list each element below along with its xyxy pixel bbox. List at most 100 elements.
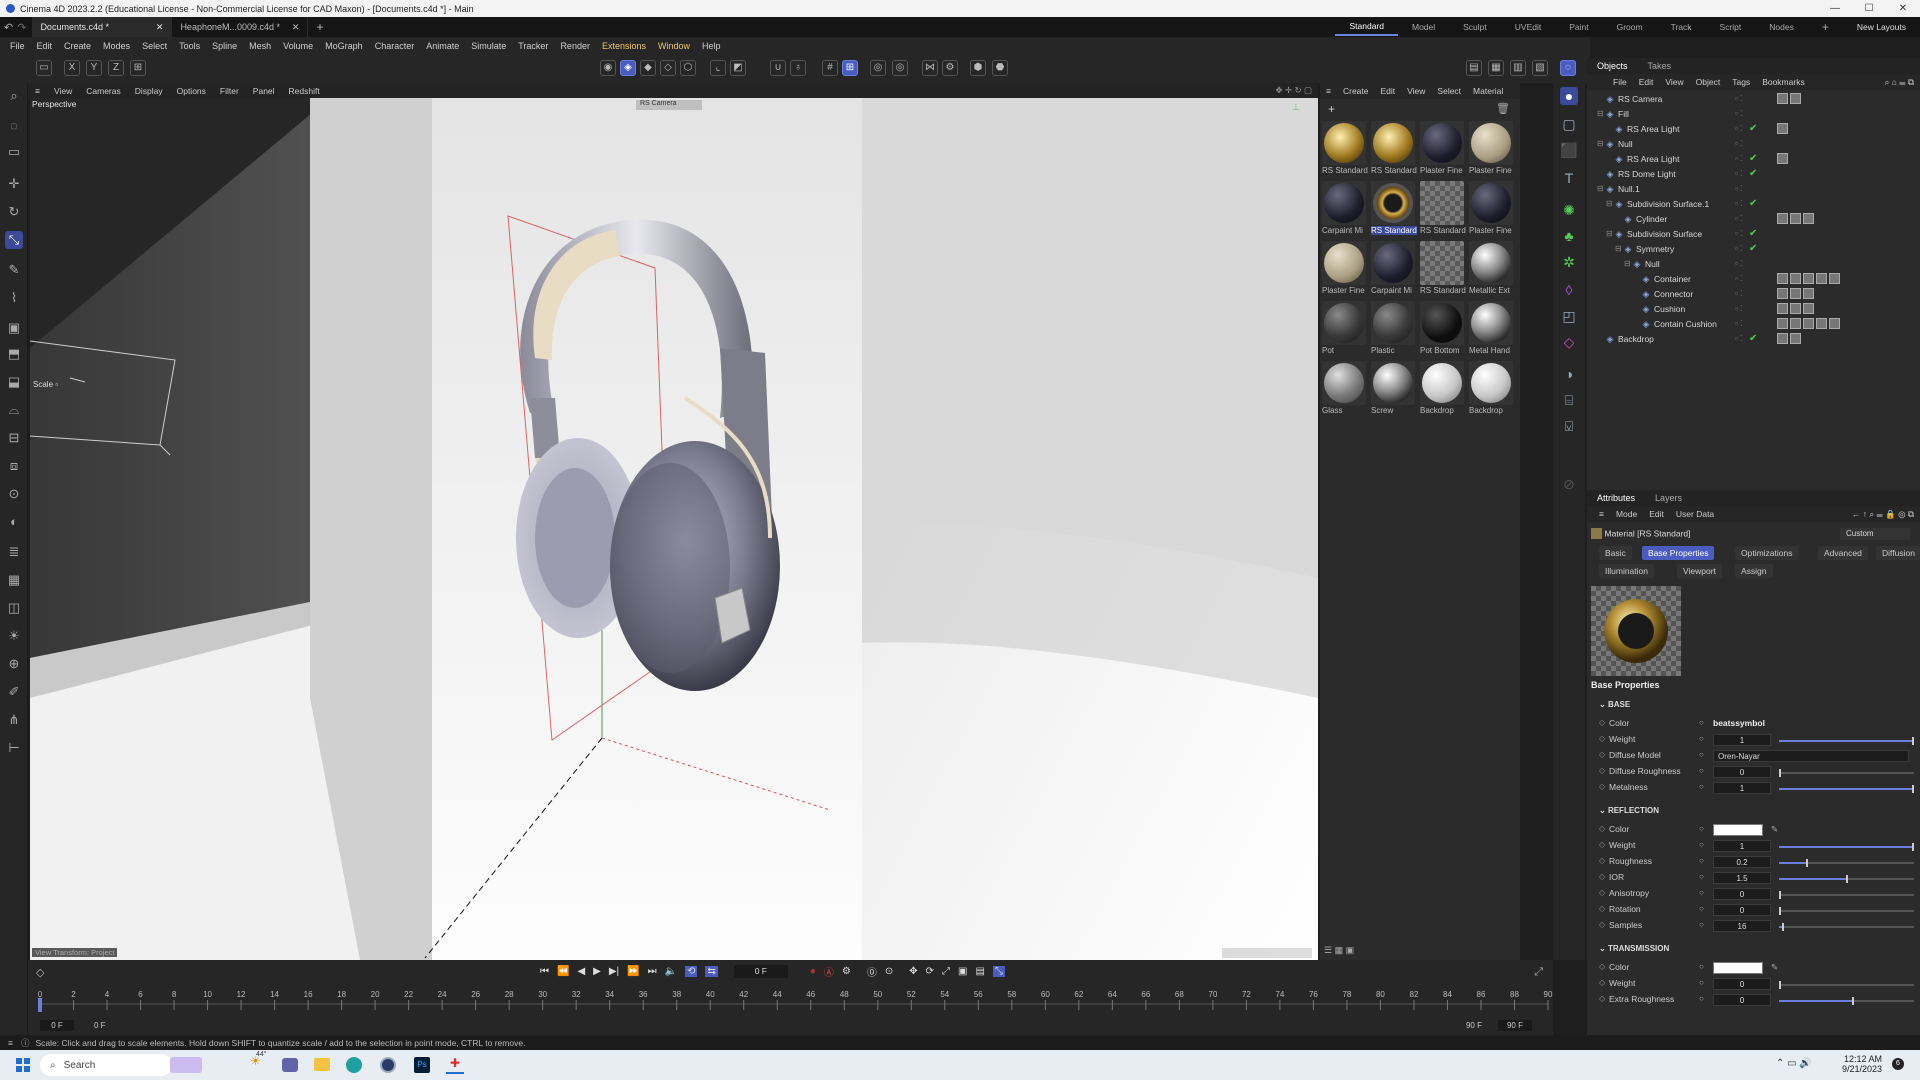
play-icon[interactable]: ▶	[593, 966, 601, 977]
expand-icon[interactable]: ⊟	[1606, 229, 1614, 238]
viewport-menu-filter[interactable]: Filter	[213, 86, 246, 96]
section-base[interactable]: ⌄ BASE	[1599, 700, 1630, 709]
keyframe-mode-icon[interactable]: ⓪	[867, 964, 877, 979]
minimize-button[interactable]: —	[1818, 0, 1852, 17]
attribute-value-field[interactable]: 1	[1713, 782, 1771, 794]
material-item[interactable]: RS Standard	[1371, 121, 1417, 179]
menu-render[interactable]: Render	[554, 41, 596, 51]
next-frame-icon[interactable]: ▶|	[609, 966, 619, 977]
go-to-end-icon[interactable]: ⏭	[648, 966, 657, 977]
object-menu-tags[interactable]: Tags	[1726, 77, 1756, 87]
workplane-icon[interactable]: ◎	[892, 60, 908, 76]
menu-create[interactable]: Create	[58, 41, 97, 51]
material-item[interactable]: RS Standard	[1322, 121, 1368, 179]
menu-edit[interactable]: Edit	[31, 41, 59, 51]
animate-toggle-icon[interactable]: ○	[1699, 840, 1704, 849]
scale-tool-icon[interactable]: ⤡	[5, 231, 23, 249]
attribute-value-field[interactable]: 1	[1713, 840, 1771, 852]
section-reflection[interactable]: ⌄ REFLECTION	[1599, 806, 1659, 815]
object-tree-row[interactable]: ◈ Connector ▫ ⁚	[1587, 286, 1920, 301]
animate-toggle-icon[interactable]: ○	[1699, 782, 1704, 791]
menu-tracker[interactable]: Tracker	[512, 41, 554, 51]
object-tags[interactable]	[1777, 153, 1788, 164]
object-search-icon[interactable]: ⌕ ⌂ ☰ ⧉	[1879, 77, 1920, 88]
enabled-check-icon[interactable]: ✔	[1749, 168, 1757, 179]
search-icon[interactable]: ⌕	[5, 87, 23, 105]
next-key-icon[interactable]: ⏩	[627, 966, 639, 977]
material-item[interactable]: RS Standard	[1420, 241, 1466, 299]
text-icon[interactable]: T	[1560, 169, 1578, 187]
layout-groom[interactable]: Groom	[1603, 22, 1657, 32]
widgets-icon[interactable]	[170, 1057, 202, 1073]
autokey-icon[interactable]: ⚙	[842, 966, 851, 977]
object-tags[interactable]	[1777, 333, 1801, 344]
slider-handle[interactable]	[1912, 843, 1914, 851]
weld-icon[interactable]: ⊙	[5, 485, 23, 503]
object-tree-row[interactable]: ⊟ ◈ Subdivision Surface ▫ ⁚ ✔	[1587, 226, 1920, 241]
scale-key-icon[interactable]: ⤢	[942, 966, 950, 977]
attribute-nav-icons[interactable]: ← ↑ ⌕ ☰ 🔒 ◎ ⧉	[1846, 509, 1920, 520]
animate-toggle-icon[interactable]: ○	[1699, 888, 1704, 897]
material-tag-icon[interactable]	[1777, 123, 1788, 134]
section-transmission[interactable]: ⌄ TRANSMISSION	[1599, 944, 1669, 953]
z-axis-button[interactable]: Z	[108, 60, 124, 76]
motion-path-icon[interactable]: ✥	[909, 966, 917, 977]
material-menu-edit[interactable]: Edit	[1374, 86, 1401, 96]
keyframe-diamond-icon[interactable]: ◇	[1599, 872, 1605, 881]
sculpt-icon[interactable]: ◐	[5, 513, 23, 531]
expand-icon[interactable]: ⊟	[1624, 259, 1632, 268]
color-swatch[interactable]	[1713, 962, 1763, 974]
rotate-tool-icon[interactable]: ↻	[5, 203, 23, 221]
attribute-value-field[interactable]: 1.5	[1713, 872, 1771, 884]
subtab-diffusion[interactable]: Diffusion	[1876, 546, 1920, 560]
material-item[interactable]: Screw	[1371, 361, 1417, 419]
keyframe-diamond-icon[interactable]: ◇	[1599, 904, 1605, 913]
move-tool-icon[interactable]: ✛	[5, 175, 23, 193]
polygon-pen-icon[interactable]: ▣	[5, 319, 23, 337]
animate-toggle-icon[interactable]: ○	[1699, 978, 1704, 987]
visibility-toggle[interactable]: ▫ ⁚	[1735, 274, 1743, 283]
grid-snap-icon[interactable]: #	[822, 60, 838, 76]
attribute-slider[interactable]	[1779, 907, 1914, 915]
preset-dropdown[interactable]: Custom	[1840, 528, 1910, 540]
material-item[interactable]: Plaster Fine	[1420, 121, 1466, 179]
attribute-slider[interactable]	[1779, 875, 1914, 883]
animate-toggle-icon[interactable]: ○	[1699, 872, 1704, 881]
paint-tool-icon[interactable]: ✐	[5, 683, 23, 701]
undo-icon[interactable]: ↶	[0, 21, 17, 34]
loop-icon[interactable]: ⟲	[685, 966, 698, 977]
viewport-menu-view[interactable]: View	[47, 86, 79, 96]
go-to-start-icon[interactable]: ⏮	[540, 966, 549, 977]
animate-toggle-icon[interactable]: ○	[1699, 750, 1704, 759]
object-tree-row[interactable]: ⊟ ◈ Fill ▫ ⁚	[1587, 106, 1920, 121]
material-tag-icon[interactable]	[1790, 318, 1801, 329]
expand-icon[interactable]: ⊟	[1606, 199, 1614, 208]
material-item[interactable]: Metal Hand	[1469, 301, 1515, 359]
polygons-mode-icon[interactable]: ⬡	[680, 60, 696, 76]
viewport-menu-display[interactable]: Display	[128, 86, 170, 96]
pla-key-icon[interactable]: ▤	[975, 966, 984, 977]
redshift-ipr-icon[interactable]: ◌	[1560, 60, 1576, 76]
attribute-value-field[interactable]: 0	[1713, 904, 1771, 916]
attribute-menu-mode[interactable]: Mode	[1610, 509, 1643, 519]
object-menu-file[interactable]: File	[1607, 77, 1633, 87]
animate-toggle-icon[interactable]: ○	[1699, 766, 1704, 775]
visibility-toggle[interactable]: ▫ ⁚	[1735, 304, 1743, 313]
material-menu-create[interactable]: Create	[1337, 86, 1375, 96]
animate-toggle-icon[interactable]: ○	[1699, 904, 1704, 913]
attribute-slider[interactable]	[1779, 891, 1914, 899]
object-menu-edit[interactable]: Edit	[1633, 77, 1660, 87]
redo-icon[interactable]: ↷	[17, 21, 32, 34]
attribute-slider[interactable]	[1779, 923, 1914, 931]
material-item[interactable]: Pot Bottom	[1420, 301, 1466, 359]
material-tag-icon[interactable]	[1777, 303, 1788, 314]
render-settings-icon[interactable]: ⬣	[992, 60, 1008, 76]
object-tree-row[interactable]: ⊟ ◈ Symmetry ▫ ⁚ ✔	[1587, 241, 1920, 256]
material-item[interactable]: Plaster Fine	[1469, 121, 1515, 179]
menu-modes[interactable]: Modes	[97, 41, 136, 51]
menu-mograph[interactable]: MoGraph	[319, 41, 369, 51]
hair-tool-icon[interactable]: ⋔	[5, 711, 23, 729]
add-material-icon[interactable]: +	[1328, 102, 1335, 116]
notification-badge[interactable]: 6	[1892, 1058, 1904, 1070]
volume-icon[interactable]: ◇	[1560, 333, 1578, 351]
